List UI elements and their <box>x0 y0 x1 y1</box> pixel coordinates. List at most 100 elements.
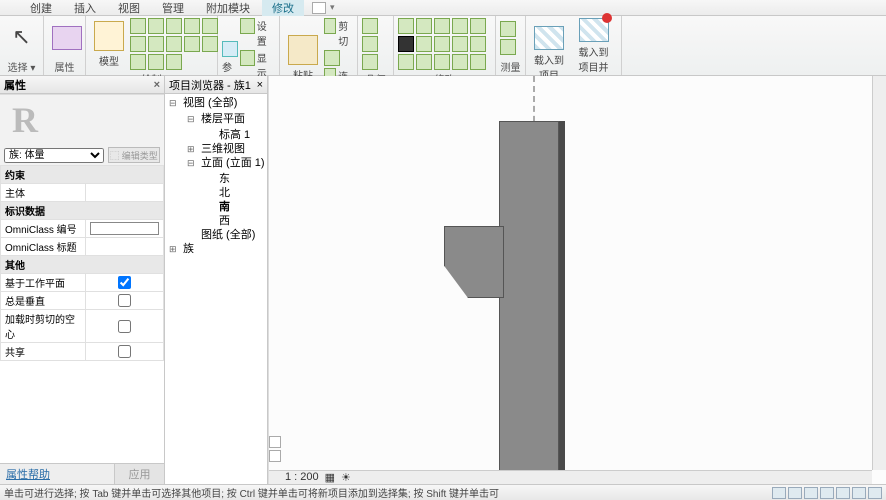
copy-icon[interactable] <box>324 50 340 66</box>
qat-dropdown-icon[interactable]: ▾ <box>330 2 335 14</box>
circle-icon[interactable] <box>184 18 200 34</box>
host-field[interactable] <box>90 187 159 198</box>
move-icon[interactable] <box>398 36 414 52</box>
table-row[interactable]: 加载时剪切的空心 <box>1 310 164 343</box>
draw-icon[interactable] <box>202 36 218 52</box>
menu-create[interactable]: 创建 <box>20 0 62 17</box>
draw-icon[interactable] <box>148 36 164 52</box>
cut-icon[interactable] <box>324 18 336 34</box>
dim-icon[interactable] <box>500 39 516 55</box>
rect-icon[interactable] <box>148 18 164 34</box>
table-row[interactable]: 共享 <box>1 343 164 361</box>
status-icon[interactable] <box>868 487 882 499</box>
paste-button[interactable]: 粘贴 <box>284 35 322 82</box>
geom-icon[interactable] <box>362 36 378 52</box>
status-icon[interactable] <box>788 487 802 499</box>
tree-item[interactable]: 东 <box>205 172 267 186</box>
table-row[interactable]: OmniClass 标题 <box>1 238 164 256</box>
mod-icon[interactable] <box>398 18 414 34</box>
mod-icon[interactable] <box>416 36 432 52</box>
drawing-canvas[interactable]: 1 : 200 ▦ ☀ <box>268 76 886 484</box>
model-geometry[interactable] <box>444 226 504 298</box>
apply-button[interactable]: 应用 <box>114 464 164 484</box>
tree-floor-plans[interactable]: 楼层平面 标高 1 <box>187 112 267 142</box>
mod-icon[interactable] <box>452 54 468 70</box>
line-icon[interactable] <box>130 18 146 34</box>
menu-modify[interactable]: 修改 <box>262 0 304 17</box>
mod-icon[interactable] <box>470 54 486 70</box>
geom-icon[interactable] <box>362 54 378 70</box>
ref-icon[interactable] <box>222 41 238 57</box>
tree-elevations[interactable]: 立面 (立面 1) 东 北 南 西 <box>187 156 267 228</box>
mod-icon[interactable] <box>416 54 432 70</box>
table-row[interactable]: 总是垂直 <box>1 292 164 310</box>
tree-item[interactable]: 北 <box>205 186 267 200</box>
cursor-icon[interactable]: ↖ <box>12 24 30 50</box>
menu-view[interactable]: 视图 <box>108 0 150 17</box>
mod-icon[interactable] <box>398 54 414 70</box>
draw-icon[interactable] <box>166 36 182 52</box>
draw-icon[interactable] <box>166 54 182 70</box>
mod-icon[interactable] <box>452 36 468 52</box>
table-row[interactable]: 基于工作平面 <box>1 274 164 292</box>
mod-icon[interactable] <box>434 18 450 34</box>
omniclass-num-field[interactable] <box>90 222 159 235</box>
show-icon[interactable] <box>240 50 255 66</box>
family-type-select[interactable]: 族: 体量 <box>4 148 104 163</box>
view-control-icon[interactable]: ☀ <box>341 471 351 484</box>
status-icon[interactable] <box>852 487 866 499</box>
tree-3d-views[interactable]: 三维视图 <box>187 142 267 156</box>
mod-icon[interactable] <box>416 18 432 34</box>
table-row[interactable]: 主体 <box>1 184 164 202</box>
status-icon[interactable] <box>804 487 818 499</box>
status-icon[interactable] <box>836 487 850 499</box>
view-control-icon[interactable] <box>269 436 281 448</box>
arc-icon[interactable] <box>202 18 218 34</box>
view-control-icon[interactable]: ▦ <box>325 471 335 484</box>
draw-icon[interactable] <box>130 54 146 70</box>
view-scale[interactable]: 1 : 200 <box>285 471 319 483</box>
model-button[interactable]: 模型 <box>90 21 128 68</box>
measure-icon[interactable] <box>500 21 516 37</box>
shared-checkbox[interactable] <box>118 345 131 358</box>
load-into-project-button[interactable]: 载入到 项目 <box>530 26 568 82</box>
tree-sheets[interactable]: 图纸 (全部) <box>187 228 267 242</box>
close-icon[interactable]: × <box>257 79 263 91</box>
properties-help-link[interactable]: 属性帮助 <box>0 464 114 484</box>
menu-addins[interactable]: 附加模块 <box>196 0 260 17</box>
mod-icon[interactable] <box>452 18 468 34</box>
draw-icon[interactable] <box>130 36 146 52</box>
mod-icon[interactable] <box>434 36 450 52</box>
scrollbar-vertical[interactable] <box>872 76 886 470</box>
draw-icon[interactable] <box>184 36 200 52</box>
menu-insert[interactable]: 插入 <box>64 0 106 17</box>
always-vertical-checkbox[interactable] <box>118 294 131 307</box>
tree-views[interactable]: 视图 (全部) 楼层平面 标高 1 三维视图 立面 (立面 1) 东 北 南 西 <box>169 96 267 242</box>
tree-item[interactable]: 标高 1 <box>205 128 267 142</box>
mod-icon[interactable] <box>470 18 486 34</box>
select-dropdown[interactable]: 选择 ▾ <box>8 58 36 75</box>
set-icon[interactable] <box>240 18 255 34</box>
view-control-icon[interactable] <box>269 450 281 462</box>
cut-voids-checkbox[interactable] <box>118 320 131 333</box>
draw-icon[interactable] <box>148 54 164 70</box>
poly-icon[interactable] <box>166 18 182 34</box>
scrollbar-horizontal[interactable]: 1 : 200 ▦ ☀ <box>269 470 872 484</box>
status-icon[interactable] <box>820 487 834 499</box>
workplane-based-checkbox[interactable] <box>118 276 131 289</box>
mod-icon[interactable] <box>470 36 486 52</box>
status-icon[interactable] <box>772 487 786 499</box>
geom-icon[interactable] <box>362 18 378 34</box>
menu-manage[interactable]: 管理 <box>152 0 194 17</box>
tree-item[interactable]: 西 <box>205 214 267 228</box>
table-row[interactable]: OmniClass 编号 <box>1 220 164 238</box>
mod-icon[interactable] <box>434 54 450 70</box>
close-icon[interactable]: × <box>154 79 160 91</box>
edit-type-button[interactable]: ⬚ 编辑类型 <box>108 147 160 163</box>
model-geometry[interactable] <box>499 121 559 481</box>
model-geometry[interactable] <box>559 121 565 481</box>
qat-icon[interactable] <box>312 2 326 14</box>
tree-item-active[interactable]: 南 <box>205 200 267 214</box>
properties-button[interactable] <box>48 26 86 50</box>
tree-families[interactable]: 族 <box>169 242 267 256</box>
